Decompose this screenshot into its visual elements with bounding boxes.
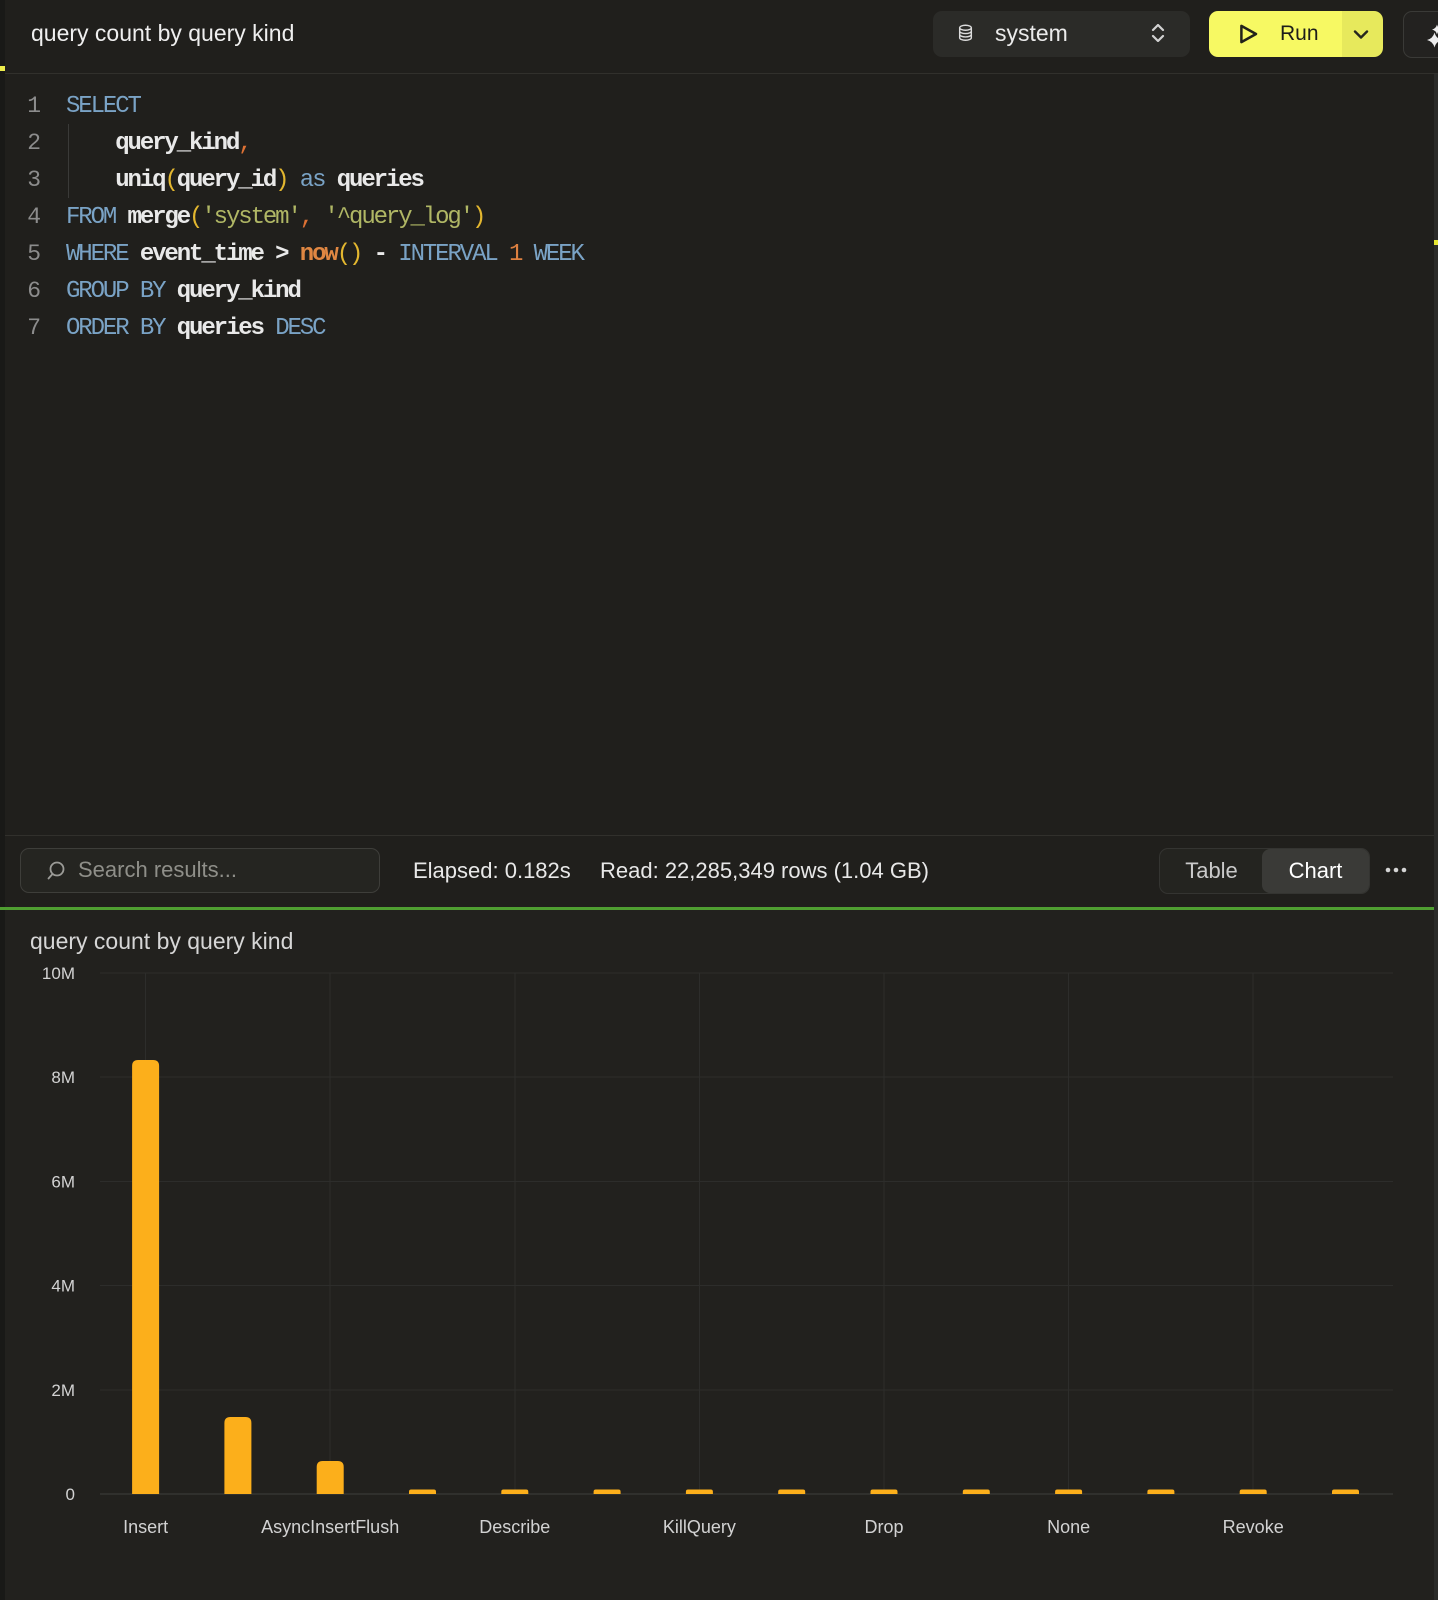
svg-text:0: 0 — [66, 1485, 75, 1504]
svg-text:KillQuery: KillQuery — [663, 1517, 736, 1537]
svg-text:Insert: Insert — [123, 1517, 168, 1537]
svg-text:6M: 6M — [51, 1172, 75, 1191]
svg-text:8M: 8M — [51, 1068, 75, 1087]
svg-text:10M: 10M — [42, 964, 75, 983]
svg-text:AsyncInsertFlush: AsyncInsertFlush — [261, 1517, 399, 1537]
svg-text:2M: 2M — [51, 1381, 75, 1400]
svg-text:Describe: Describe — [479, 1517, 550, 1537]
svg-text:Revoke: Revoke — [1223, 1517, 1284, 1537]
svg-text:4M: 4M — [51, 1277, 75, 1296]
svg-text:query count by query kind: query count by query kind — [30, 928, 293, 954]
svg-text:None: None — [1047, 1517, 1090, 1537]
svg-text:Drop: Drop — [864, 1517, 903, 1537]
